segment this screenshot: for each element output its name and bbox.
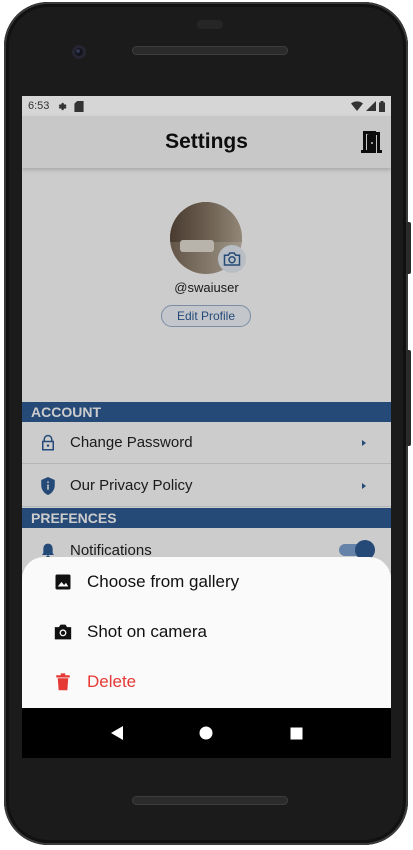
recents-square-icon [290,727,303,739]
power-button [406,222,411,274]
shot-on-camera-option[interactable]: Shot on camera [22,608,391,656]
status-time: 6:53 [28,100,50,112]
option-label: Delete [87,672,137,691]
delete-option[interactable]: Delete [22,658,391,706]
nav-home-button[interactable] [191,718,221,748]
earpiece-speaker [132,46,288,55]
wifi-icon [351,101,363,111]
front-camera [72,45,86,59]
signal-icon [366,101,376,111]
trash-icon [53,672,73,692]
battery-icon [379,100,385,112]
photo-options-bottom-sheet: Choose from gallery Shot on camera Delet… [22,557,391,708]
settings-gear-icon [59,102,67,110]
home-circle-icon [199,726,213,740]
status-bar: 6:53 [22,96,391,116]
option-label: Choose from gallery [87,572,240,591]
proximity-sensor [197,20,223,29]
choose-from-gallery-option[interactable]: Choose from gallery [22,558,391,606]
volume-button [406,350,411,446]
system-navigation-bar [22,708,391,758]
option-label: Shot on camera [87,622,208,641]
screen: 6:53 Settings @swaiuser Edit Profile ACC… [22,96,391,758]
image-icon [53,572,73,592]
nav-recents-button[interactable] [281,718,311,748]
back-triangle-icon [110,726,123,740]
bottom-speaker [132,796,288,805]
nav-back-button[interactable] [102,718,132,748]
sd-card-icon [74,100,85,112]
camera-icon [53,622,73,642]
